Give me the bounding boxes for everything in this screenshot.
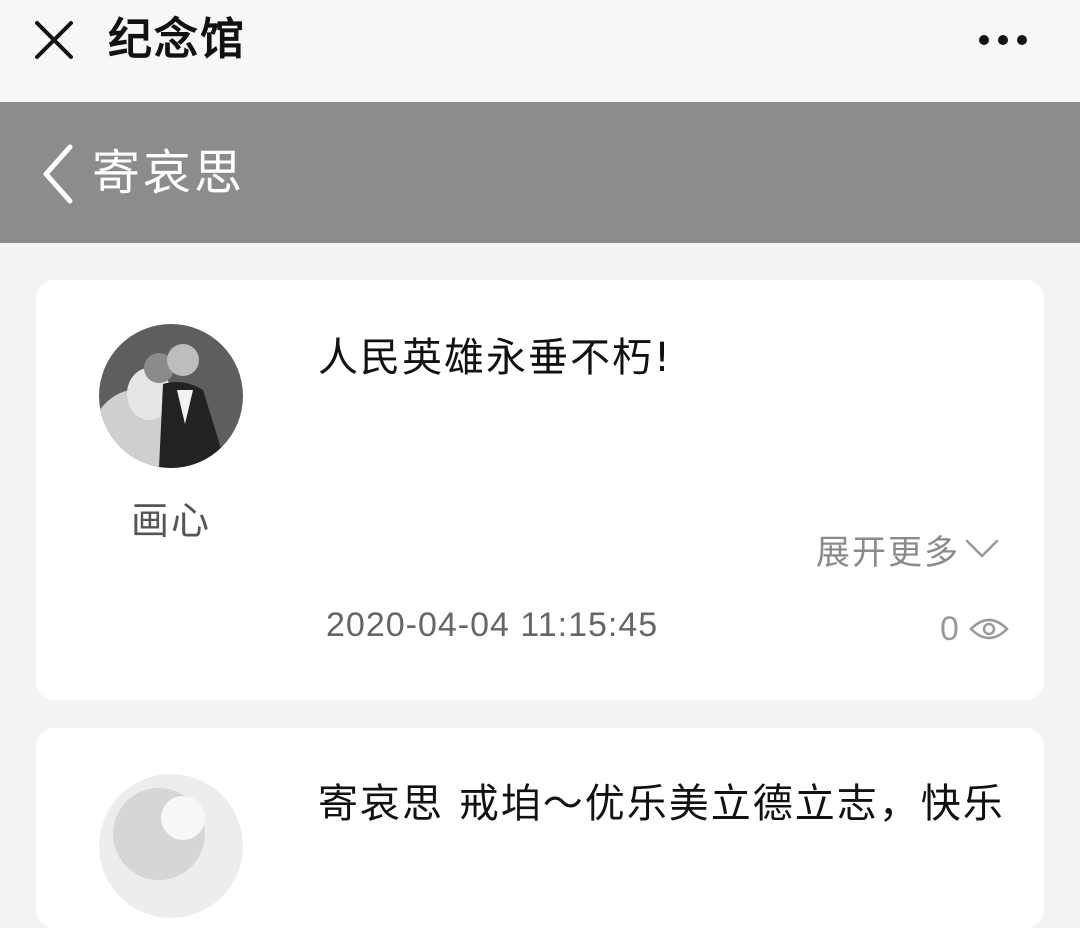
more-dots-icon bbox=[979, 35, 1027, 45]
view-count: 0 bbox=[940, 604, 1009, 654]
close-icon bbox=[35, 21, 73, 59]
page-header: 寄哀思 bbox=[0, 102, 1080, 243]
more-button[interactable] bbox=[970, 20, 1036, 60]
app-title: 纪念馆 bbox=[108, 14, 246, 65]
wedding-photo-avatar bbox=[99, 324, 243, 468]
eye-icon bbox=[969, 618, 1009, 640]
avatar-photo bbox=[99, 774, 243, 918]
author-avatar[interactable] bbox=[99, 324, 243, 468]
expand-more-button[interactable]: 展开更多 bbox=[816, 524, 1000, 574]
message-card: 画心 人民英雄永垂不朽! 展开更多 2020-04-04 11:15:45 0 bbox=[36, 280, 1044, 700]
chevron-left-icon bbox=[43, 144, 73, 204]
view-count-value: 0 bbox=[940, 609, 959, 648]
message-timestamp: 2020-04-04 11:15:45 bbox=[326, 606, 659, 644]
top-bar: 纪念馆 bbox=[0, 0, 1080, 102]
close-button[interactable] bbox=[28, 16, 80, 64]
message-card: 寄哀思 戒垍～优乐美立德立志，快乐 bbox=[36, 728, 1044, 928]
page-title: 寄哀思 bbox=[92, 145, 246, 201]
chevron-down-icon bbox=[965, 539, 999, 558]
message-text: 寄哀思 戒垍～优乐美立德立志，快乐 bbox=[318, 781, 1005, 827]
expand-more-label: 展开更多 bbox=[816, 532, 960, 573]
author-avatar[interactable] bbox=[99, 774, 243, 918]
back-button[interactable] bbox=[30, 140, 86, 208]
author-name: 画心 bbox=[130, 499, 211, 543]
message-text: 人民英雄永垂不朽! bbox=[318, 335, 673, 381]
